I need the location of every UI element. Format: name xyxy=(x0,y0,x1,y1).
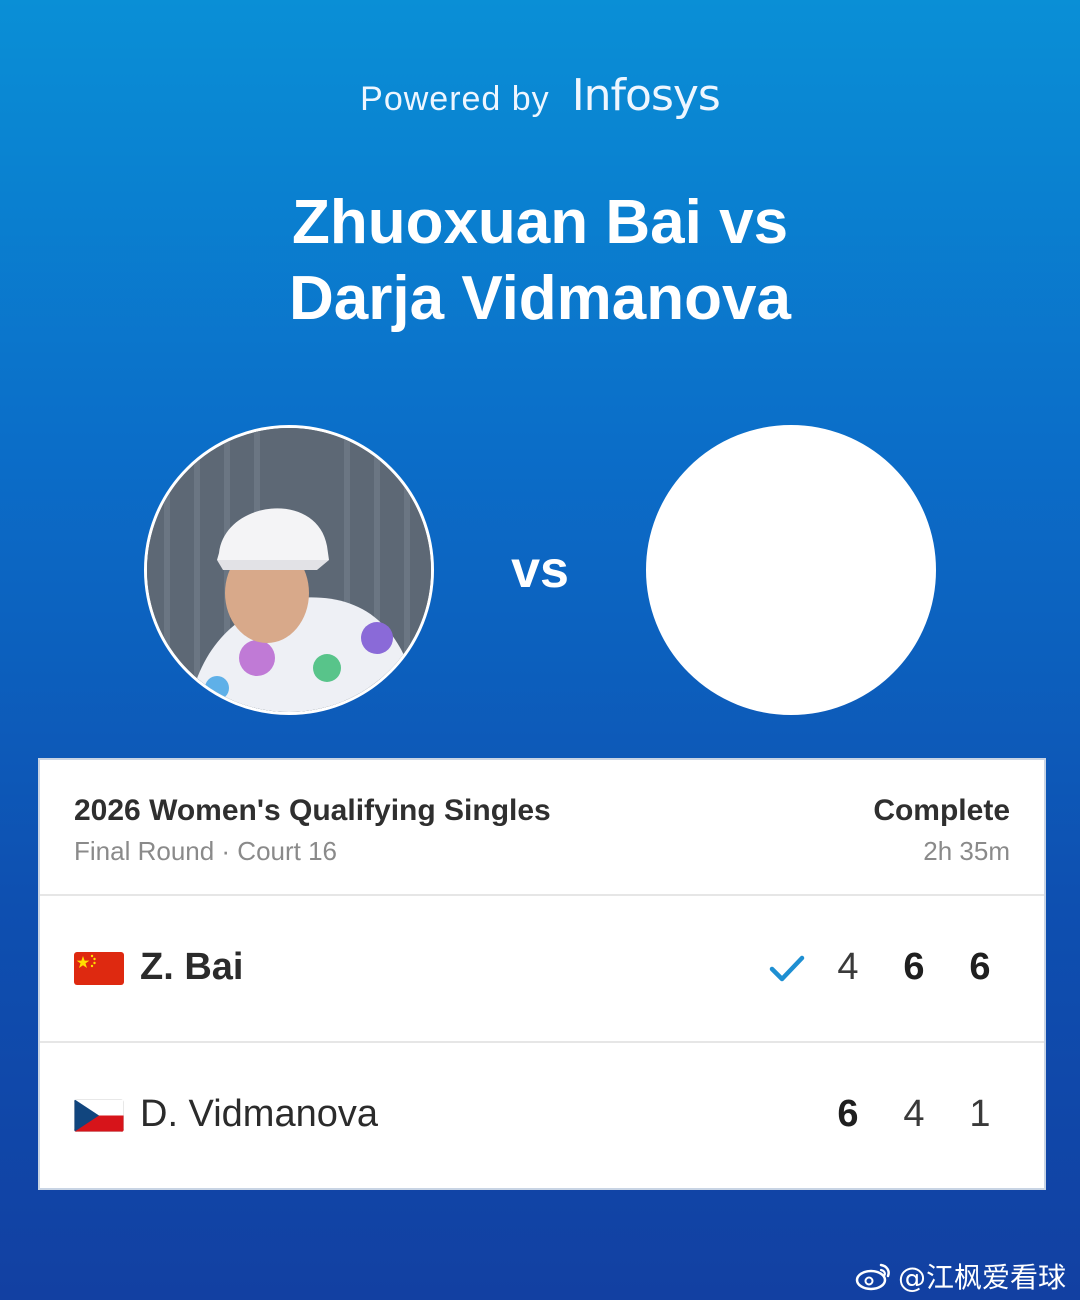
china-flag-icon xyxy=(74,952,124,985)
player-row-bai[interactable]: Z. Bai 4 6 6 xyxy=(40,896,1044,1043)
set-score-3: 6 xyxy=(969,946,991,988)
round-court: Final Round · Court 16 xyxy=(74,836,338,866)
set-score-2: 4 xyxy=(903,1093,925,1135)
player2-avatar[interactable] xyxy=(646,425,936,715)
vs-label: vs xyxy=(511,541,569,599)
player1-photo xyxy=(147,428,431,712)
winner-check-icon xyxy=(768,952,806,986)
match-title: Zhuoxuan Bai vs Darja Vidmanova xyxy=(0,185,1080,337)
match-status: Complete xyxy=(873,794,1010,827)
match-title-line2: Darja Vidmanova xyxy=(289,264,791,333)
player1-avatar[interactable] xyxy=(144,425,434,715)
score-card-header: 2026 Women's Qualifying Singles Final Ro… xyxy=(40,760,1044,896)
powered-by-text: Powered by xyxy=(360,80,550,118)
player-name: D. Vidmanova xyxy=(140,1093,378,1135)
czech-flag-icon xyxy=(74,1099,124,1132)
set-score-1: 6 xyxy=(837,1093,859,1135)
match-duration: 2h 35m xyxy=(923,836,1010,866)
powered-by-banner: Powered by Infosys xyxy=(0,70,1080,121)
set-score-1: 4 xyxy=(837,946,859,988)
weibo-icon xyxy=(855,1263,890,1291)
set-score-2: 6 xyxy=(903,946,925,988)
set-score-3: 1 xyxy=(969,1093,991,1135)
event-name: 2026 Women's Qualifying Singles xyxy=(74,794,551,827)
weibo-watermark: @江枫爱看球 xyxy=(854,1256,1066,1296)
player-row-vidmanova[interactable]: D. Vidmanova 6 4 1 xyxy=(40,1043,1044,1190)
watermark-text: @江枫爱看球 xyxy=(897,1261,1066,1294)
match-title-line1: Zhuoxuan Bai vs xyxy=(291,188,789,257)
score-card: 2026 Women's Qualifying Singles Final Ro… xyxy=(38,758,1046,1190)
infosys-logo: Infosys xyxy=(571,70,721,121)
player-name: Z. Bai xyxy=(140,946,244,988)
